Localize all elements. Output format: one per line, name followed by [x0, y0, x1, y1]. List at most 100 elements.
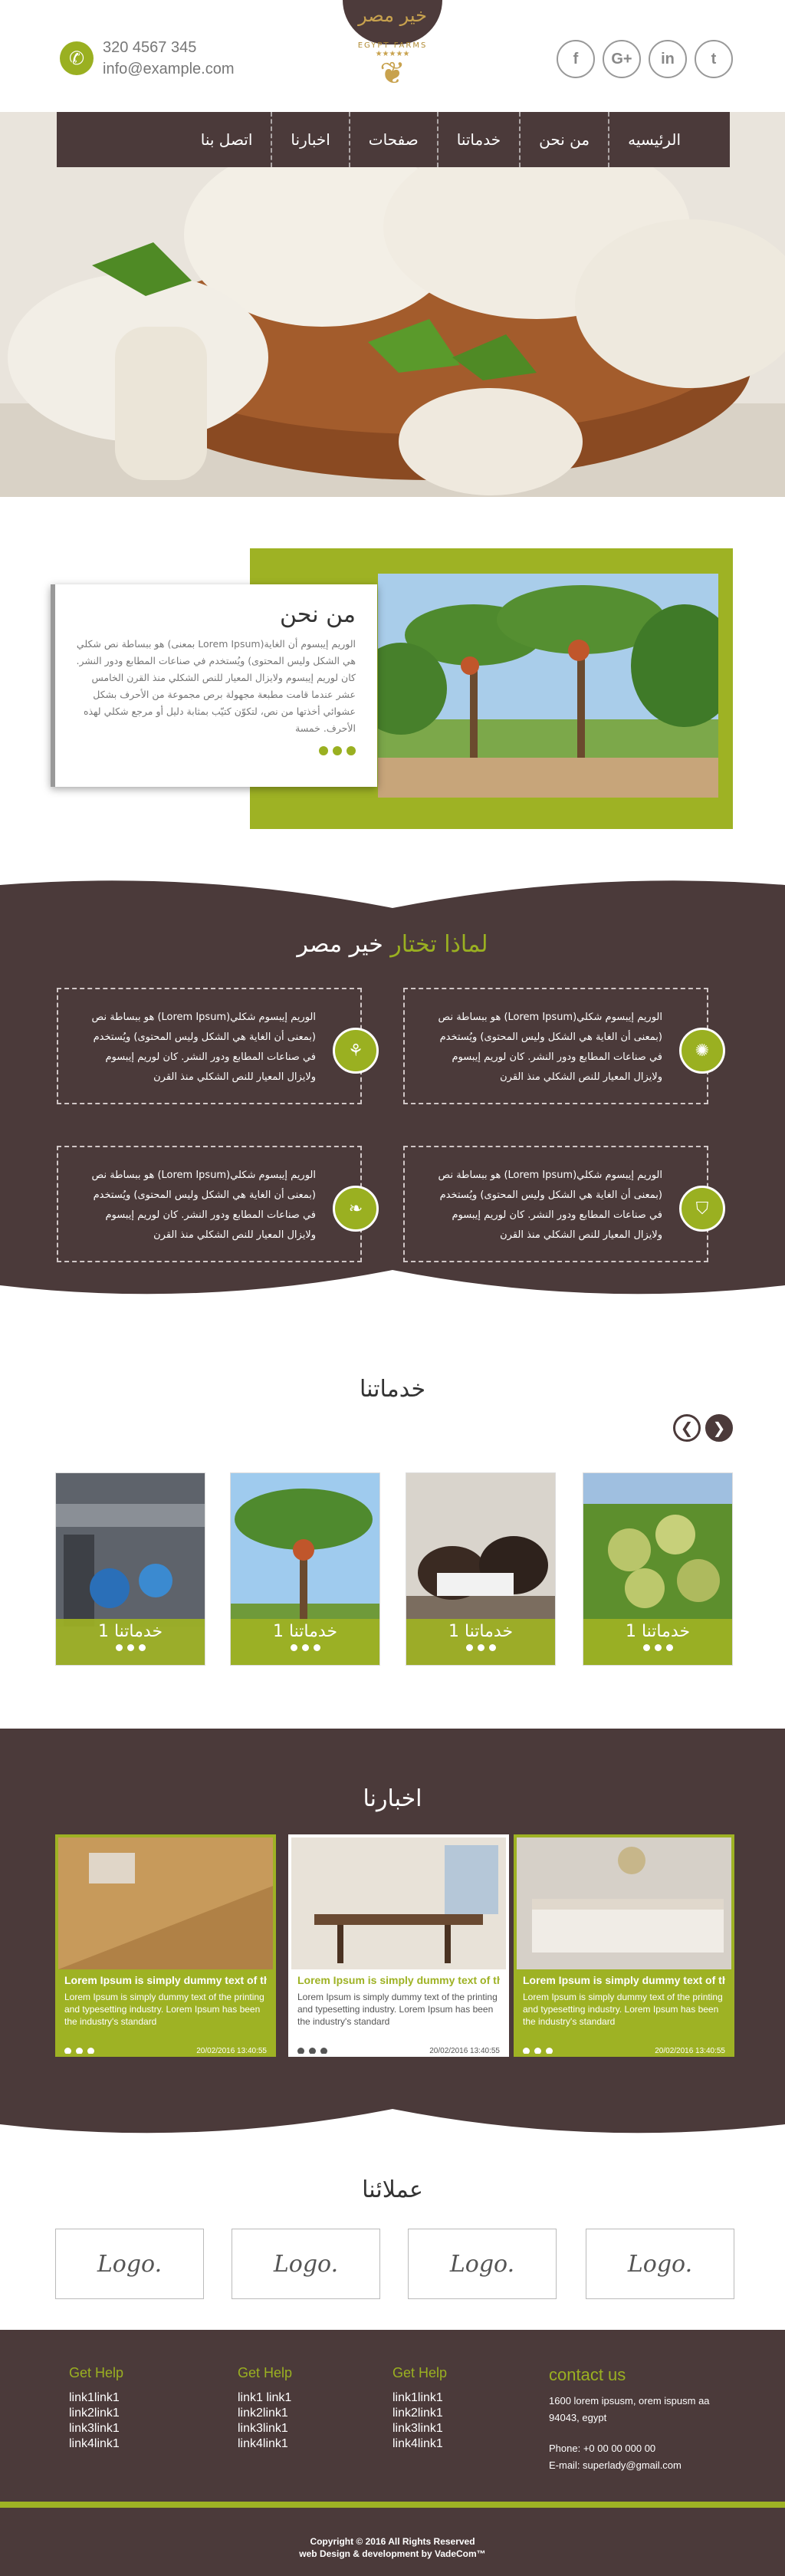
news-date: 20/02/2016 13:40:55 [429, 2047, 500, 2055]
footer-email[interactable]: E-mail: superlady@gmail.com [549, 2457, 710, 2474]
service-card[interactable]: خدماتنا 1 [583, 1472, 733, 1666]
news-text: Lorem Ipsum is simply dummy text of the … [64, 1992, 264, 2027]
why-item-text: هو ببساطة نص (Lorem Ipsum)الوريم إيبسوم … [438, 1012, 662, 1083]
footer-column: Get Help link1link1 link2link1 link3link… [392, 2365, 447, 2452]
why-item-text: هو ببساطة نص (Lorem Ipsum)الوريم إيبسوم … [91, 1170, 316, 1241]
footer-contact: contact us 1600 lorem ipsusm, orem ispus… [549, 2365, 710, 2474]
hero-image [0, 112, 785, 497]
main-nav: الرئيسيه من نحن خدماتنا صفحات اخبارنا ات… [57, 112, 730, 167]
why-item-text: هو ببساطة نص (Lorem Ipsum)الوريم إيبسوم … [91, 1012, 316, 1083]
news-heading[interactable]: Lorem Ipsum is simply dummy text of the [64, 1974, 267, 1986]
why-title-brand: خير مصر [297, 931, 383, 958]
footer-link[interactable]: link3link1 [392, 2421, 447, 2436]
footer-link[interactable]: link4link1 [392, 2436, 447, 2452]
sun-icon: ✺ [679, 1028, 725, 1074]
social-links: f G+ in t [557, 40, 733, 78]
service-caption: خدماتنا 1 [448, 1622, 514, 1641]
footer-link[interactable]: link1link1 [392, 2390, 447, 2406]
news-date: 20/02/2016 13:40:55 [655, 2047, 725, 2055]
why-item-text: هو ببساطة نص (Lorem Ipsum)الوريم إيبسوم … [438, 1170, 662, 1241]
credit-text: web Design & development by VadeCom™ [299, 2548, 486, 2559]
nav-item-services[interactable]: خدماتنا [436, 112, 519, 167]
carousel-prev-button[interactable]: ❮ [673, 1414, 701, 1442]
service-card[interactable]: خدماتنا 1 [55, 1472, 205, 1666]
linkedin-icon[interactable]: in [649, 40, 687, 78]
footer-link[interactable]: link3link1 [238, 2421, 292, 2436]
footer-phone: Phone: +0 00 00 000 00 [549, 2443, 656, 2454]
header-contact: ✆ 320 4567 345 info@example.com [60, 37, 234, 80]
footer-heading: Get Help [238, 2365, 293, 2380]
nav-item-home[interactable]: الرئيسيه [608, 112, 699, 167]
google-plus-icon[interactable]: G+ [603, 40, 641, 78]
footer-column: Get Help link1 link1 link2link1 link3lin… [238, 2365, 292, 2452]
slider-dot[interactable] [319, 746, 328, 755]
footer-link[interactable]: link2link1 [238, 2406, 292, 2421]
why-item: هو ببساطة نص (Lorem Ipsum)الوريم إيبسوم … [403, 1146, 725, 1262]
service-caption: خدماتنا 1 [97, 1622, 163, 1641]
header-phone: 320 4567 345 [103, 39, 197, 56]
footer-heading: Get Help [69, 2365, 124, 2380]
news-text: Lorem Ipsum is simply dummy text of the … [523, 1992, 723, 2027]
footer-link[interactable]: link1 link1 [238, 2390, 292, 2406]
nav-item-pages[interactable]: صفحات [348, 112, 437, 167]
page: ✆ 320 4567 345 info@example.com خير مصر … [0, 0, 785, 2576]
about-photo [378, 574, 718, 798]
leaf-icon: ❧ [333, 1186, 379, 1232]
footer-column: Get Help link1link1 link2link1 link3link… [69, 2365, 123, 2452]
footer-heading: Get Help [392, 2365, 448, 2380]
services-title: خدماتنا [359, 1376, 426, 1403]
wheat-icon: ⚘ [333, 1028, 379, 1074]
phone-icon: ✆ [60, 41, 94, 75]
service-card[interactable]: خدماتنا 1 [230, 1472, 380, 1666]
logo-subtitle: EGYPT FARMS [357, 41, 428, 50]
footer-link[interactable]: link3link1 [69, 2421, 123, 2436]
footer-link[interactable]: link4link1 [69, 2436, 123, 2452]
service-card[interactable]: خدماتنا 1 [406, 1472, 556, 1666]
clients-title: عملائنا [362, 2176, 423, 2203]
news-date: 20/02/2016 13:40:55 [196, 2047, 267, 2055]
copyright-text: Copyright © 2016 All Rights Reserved [310, 2536, 475, 2547]
news-text: Lorem Ipsum is simply dummy text of the … [297, 1992, 498, 2027]
carousel-next-button[interactable]: ❯ [705, 1414, 733, 1442]
why-title: لماذا تختار خير مصر [0, 931, 785, 958]
wheat-icon: ❦ [379, 56, 406, 91]
why-item: هو ببساطة نص (Lorem Ipsum)الوريم إيبسوم … [57, 1146, 379, 1262]
nav-item-about[interactable]: من نحن [519, 112, 608, 167]
about-card: من نحن هو ببساطة نص شكلي (بمعنى Lorem Ip… [51, 584, 377, 787]
about-text: هو ببساطة نص شكلي (بمعنى Lorem Ipsum)الو… [76, 638, 356, 734]
footer-address: 94043, egypt [549, 2412, 607, 2423]
client-logo[interactable]: Logo. [232, 2229, 380, 2299]
facebook-icon[interactable]: f [557, 40, 595, 78]
footer-link[interactable]: link4link1 [238, 2436, 292, 2452]
about-title: من نحن [280, 601, 356, 628]
logo-title: خير مصر [343, 0, 442, 44]
news-heading[interactable]: Lorem Ipsum is simply dummy text of the [297, 1974, 500, 1986]
twitter-icon[interactable]: t [695, 40, 733, 78]
footer-link[interactable]: link1link1 [69, 2390, 123, 2406]
shield-icon: ⛉ [679, 1186, 725, 1232]
news-title: اخبارنا [363, 1785, 422, 1812]
service-caption: خدماتنا 1 [625, 1622, 691, 1641]
nav-item-contact[interactable]: اتصل بنا [182, 112, 271, 167]
client-logo[interactable]: Logo. [408, 2229, 557, 2299]
client-logo[interactable]: Logo. [586, 2229, 734, 2299]
footer-divider [0, 2502, 785, 2508]
footer-link[interactable]: link2link1 [69, 2406, 123, 2421]
why-item: هو ببساطة نص (Lorem Ipsum)الوريم إيبسوم … [403, 988, 725, 1104]
site-logo[interactable]: خير مصر EGYPT FARMS ★★★★★ ❦ [322, 0, 463, 107]
service-caption: خدماتنا 1 [272, 1622, 338, 1641]
news-card[interactable]: Lorem Ipsum is simply dummy text of the … [514, 1834, 734, 2057]
slider-dot[interactable] [347, 746, 356, 755]
footer-contact-heading: contact us [549, 2365, 626, 2384]
nav-item-news[interactable]: اخبارنا [271, 112, 348, 167]
news-card[interactable]: Lorem Ipsum is simply dummy text of the … [55, 1834, 276, 2057]
header-email[interactable]: info@example.com [103, 58, 234, 80]
copyright: Copyright © 2016 All Rights Reserved web… [0, 2535, 785, 2560]
news-card[interactable]: Lorem Ipsum is simply dummy text of the … [288, 1834, 509, 2057]
footer-address: 1600 lorem ipsusm, orem ispusm aa [549, 2395, 710, 2407]
slider-dot[interactable] [333, 746, 342, 755]
footer-link[interactable]: link2link1 [392, 2406, 447, 2421]
news-heading[interactable]: Lorem Ipsum is simply dummy text of the [523, 1974, 725, 1986]
why-item: هو ببساطة نص (Lorem Ipsum)الوريم إيبسوم … [57, 988, 379, 1104]
client-logo[interactable]: Logo. [55, 2229, 204, 2299]
